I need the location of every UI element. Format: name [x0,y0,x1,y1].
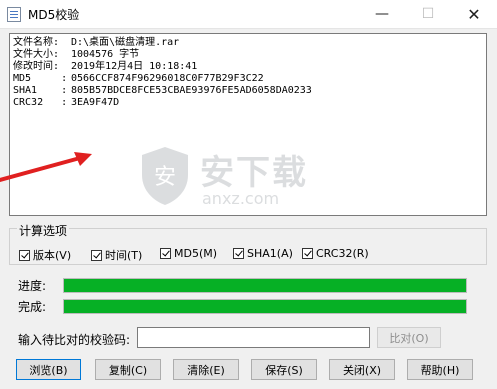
checkbox-checked-icon[interactable] [302,248,313,259]
copy-button[interactable]: 复制(C) [95,359,161,380]
title-bar: MD5校验 — ☐ ✕ [0,0,497,29]
watermark-shield-char: 安 [154,165,176,190]
checkbox-checked-icon[interactable] [91,249,102,261]
time-checkbox[interactable]: 时间(T) [91,247,142,263]
checkbox-checked-icon[interactable] [160,248,171,259]
complete-label: 完成: [18,300,47,314]
app-icon [7,7,21,22]
result-line: 修改时间: 2019年12月4日 10:18:41 [13,61,198,72]
window-title: MD5校验 [28,8,80,22]
clear-button[interactable]: 清除(E) [173,359,239,380]
minimize-button[interactable]: — [359,0,405,28]
progress-label: 进度: [18,279,47,293]
checkbox-checked-icon[interactable] [19,249,30,261]
save-button[interactable]: 保存(S) [251,359,317,380]
options-group-title: 计算选项 [17,222,70,239]
close-button[interactable]: 关闭(X) [329,359,395,380]
red-arrow-annotation [0,152,92,182]
progress-bar [63,278,467,293]
complete-bar-fill [64,300,466,313]
help-button[interactable]: 帮助(H) [407,359,473,380]
compare-button[interactable]: 比对(O) [377,327,441,348]
close-window-button[interactable]: ✕ [451,0,497,28]
watermark-subtext: anxz.com [202,189,280,208]
watermark-logo: 安 安下载 anxz.com [138,145,354,215]
compare-code-label: 输入待比对的校验码: [18,333,131,347]
maximize-button[interactable]: ☐ [405,0,451,28]
browse-button[interactable]: 浏览(B) [16,359,81,380]
result-line: 文件大小: 1004576 字节 [13,49,140,60]
result-line: SHA1 :805B57BDCE8FCE53CBAE93976FE5AD6058… [13,85,312,96]
md5-checkbox[interactable]: MD5(M) [160,247,217,260]
result-line: MD5 :0566CCF874F96296018C0F77B29F3C22 [13,73,264,84]
complete-bar [63,299,467,314]
result-line: CRC32 :3EA9F47D [13,97,120,108]
sha1-checkbox[interactable]: SHA1(A) [233,247,293,260]
shield-icon: 安 [142,147,188,205]
crc32-checkbox[interactable]: CRC32(R) [302,247,369,260]
progress-bar-fill [64,279,466,292]
result-line: 文件名称: D:\桌面\磁盘清理.rar [13,37,180,48]
compare-code-input[interactable] [137,327,370,348]
version-checkbox[interactable]: 版本(V) [19,247,71,263]
checkbox-checked-icon[interactable] [233,248,244,259]
watermark-text: 安下载 [200,153,308,193]
